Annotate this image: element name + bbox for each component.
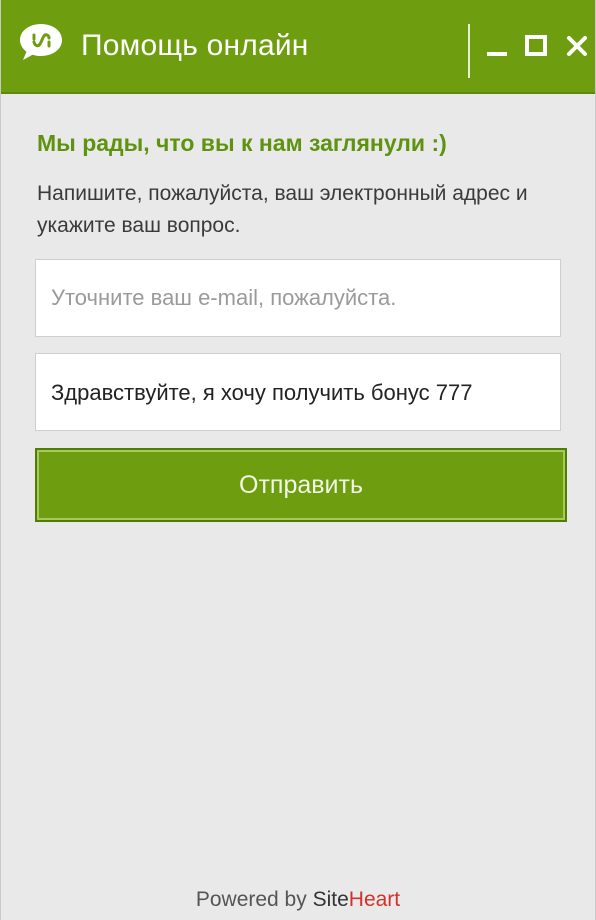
- maximize-button[interactable]: [524, 34, 548, 58]
- brand-heart-text: Heart: [348, 888, 401, 911]
- maximize-icon: [525, 35, 547, 56]
- powered-by-footer: Powered by SiteHeart: [1, 888, 595, 912]
- minimize-icon: [487, 52, 507, 56]
- message-field[interactable]: Здравствуйте, я хочу получить бонус 777: [35, 353, 561, 431]
- header-divider: [468, 24, 470, 78]
- greeting-heading: Мы рады, что вы к нам заглянули :): [37, 130, 447, 156]
- chat-widget: Помощь онлайн Мы рады, что вы к нам загл…: [0, 0, 596, 920]
- widget-header: Помощь онлайн: [1, 0, 595, 94]
- powered-by-label: Powered by: [195, 888, 307, 911]
- email-field[interactable]: [35, 259, 561, 337]
- close-icon: [567, 36, 587, 56]
- siteheart-link[interactable]: SiteHeart: [313, 888, 401, 911]
- widget-title: Помощь онлайн: [81, 29, 309, 62]
- close-button[interactable]: [565, 34, 589, 58]
- send-button[interactable]: Отправить: [35, 448, 567, 522]
- minimize-button[interactable]: [485, 34, 509, 58]
- brand-site-text: Site: [312, 888, 349, 911]
- instructions-text: Напишите, пожалуйста, ваш электронный ад…: [37, 182, 528, 237]
- chat-bubble-dollar-icon: [20, 24, 62, 60]
